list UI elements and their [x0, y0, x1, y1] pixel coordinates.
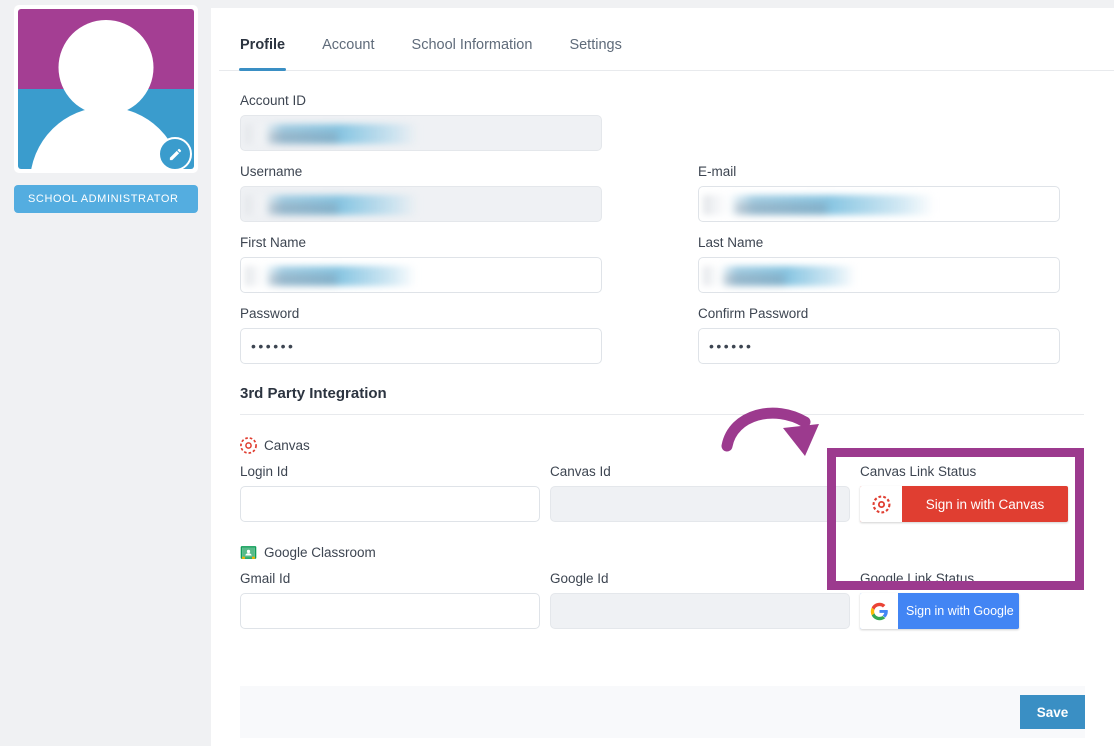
canvas-link-status-group: Canvas Link Status Sign in with Canvas — [860, 464, 1075, 522]
confirm-password-label: Confirm Password — [698, 306, 809, 321]
password-input[interactable]: •••••• — [240, 328, 602, 364]
canvas-provider-row: Canvas — [240, 437, 1084, 454]
avatar-head-shape — [58, 20, 154, 115]
tab-school-information[interactable]: School Information — [412, 37, 533, 70]
canvas-link-status-label: Canvas Link Status — [860, 464, 977, 479]
sign-in-with-canvas-button[interactable]: Sign in with Canvas — [860, 486, 1068, 522]
field-email: E-mail — [698, 164, 1060, 222]
field-account-id: Account ID — [240, 93, 602, 151]
sign-in-with-google-button[interactable]: Sign in with Google — [860, 593, 1019, 629]
first-name-input[interactable] — [240, 257, 602, 293]
redacted-value — [703, 266, 855, 286]
save-button[interactable]: Save — [1020, 695, 1085, 729]
google-link-status-label: Google Link Status — [860, 571, 975, 586]
page-root: SCHOOL ADMINISTRATOR Profile Account Sch… — [0, 0, 1114, 746]
sidebar: SCHOOL ADMINISTRATOR — [0, 0, 211, 746]
google-g-icon — [870, 602, 888, 620]
form-footer: Save — [240, 686, 1085, 738]
google-classroom-icon — [240, 546, 257, 559]
field-last-name: Last Name — [698, 235, 1060, 293]
avatar-card — [14, 5, 198, 173]
first-name-label: First Name — [240, 235, 307, 250]
canvas-login-id-label: Login Id — [240, 464, 289, 479]
last-name-input[interactable] — [698, 257, 1060, 293]
tab-profile[interactable]: Profile — [238, 37, 287, 71]
email-label: E-mail — [698, 164, 737, 179]
form-row-passwords: Password •••••• Confirm Password •••••• — [240, 306, 1084, 364]
edit-avatar-button[interactable] — [158, 137, 192, 171]
role-badge-label: SCHOOL ADMINISTRATOR — [28, 193, 179, 205]
integration-section-title: 3rd Party Integration — [240, 385, 387, 402]
password-value: •••••• — [251, 338, 296, 354]
tab-bar: Profile Account School Information Setti… — [219, 8, 1114, 71]
field-first-name: First Name — [240, 235, 602, 293]
role-badge: SCHOOL ADMINISTRATOR — [14, 185, 198, 213]
canvas-id-input[interactable] — [550, 486, 850, 522]
field-gmail-id: Gmail Id — [240, 571, 540, 629]
tab-settings[interactable]: Settings — [569, 37, 621, 70]
last-name-label: Last Name — [698, 235, 764, 250]
username-input[interactable] — [240, 186, 602, 222]
google-provider-label: Google Classroom — [264, 545, 376, 560]
field-canvas-login-id: Login Id — [240, 464, 540, 522]
profile-form: Account ID Username E-mail First Name La… — [219, 71, 1114, 629]
google-logo-box — [860, 593, 898, 629]
canvas-id-label: Canvas Id — [550, 464, 611, 479]
google-id-label: Google Id — [550, 571, 609, 586]
tab-school-information-label: School Information — [411, 37, 533, 53]
gmail-id-label: Gmail Id — [240, 571, 291, 586]
field-username: Username — [240, 164, 602, 222]
section-divider — [240, 414, 1084, 415]
google-id-input[interactable] — [550, 593, 850, 629]
confirm-password-input[interactable]: •••••• — [698, 328, 1060, 364]
canvas-fields-row: Login Id Canvas Id Canvas Link Status Si… — [240, 464, 1084, 522]
account-id-input[interactable] — [240, 115, 602, 151]
canvas-icon — [872, 495, 890, 513]
google-fields-row: Gmail Id Google Id Google Link Status Si… — [240, 571, 1084, 629]
gmail-id-input[interactable] — [240, 593, 540, 629]
confirm-password-value: •••••• — [709, 338, 754, 354]
password-label: Password — [240, 306, 300, 321]
form-row-username-email: Username E-mail — [240, 164, 1084, 222]
tab-profile-label: Profile — [240, 37, 286, 53]
pencil-icon — [169, 148, 181, 160]
canvas-provider-label: Canvas — [264, 438, 310, 453]
canvas-login-id-input[interactable] — [240, 486, 540, 522]
form-row-account-id: Account ID — [240, 93, 1084, 151]
field-canvas-id: Canvas Id — [550, 464, 850, 522]
form-row-names: First Name Last Name — [240, 235, 1084, 293]
redacted-value — [245, 266, 415, 286]
field-password: Password •••••• — [240, 306, 602, 364]
google-button-label: Sign in with Google — [906, 604, 1014, 618]
redacted-value — [245, 124, 417, 144]
account-id-label: Account ID — [240, 93, 307, 108]
username-label: Username — [240, 164, 303, 179]
google-link-status-group: Google Link Status Sign in with Google — [860, 571, 1075, 629]
main-panel: Profile Account School Information Setti… — [219, 8, 1114, 746]
tab-settings-label: Settings — [569, 37, 622, 53]
canvas-button-label: Sign in with Canvas — [925, 496, 1045, 512]
tab-account-label: Account — [322, 37, 375, 53]
email-input[interactable] — [698, 186, 1060, 222]
canvas-icon — [240, 437, 257, 454]
field-google-id: Google Id — [550, 571, 850, 629]
redacted-value — [703, 195, 933, 215]
google-provider-row: Google Classroom — [240, 544, 1084, 561]
redacted-value — [245, 195, 417, 215]
canvas-logo-box — [860, 486, 902, 522]
tab-account[interactable]: Account — [322, 37, 374, 70]
field-confirm-password: Confirm Password •••••• — [698, 306, 1060, 364]
